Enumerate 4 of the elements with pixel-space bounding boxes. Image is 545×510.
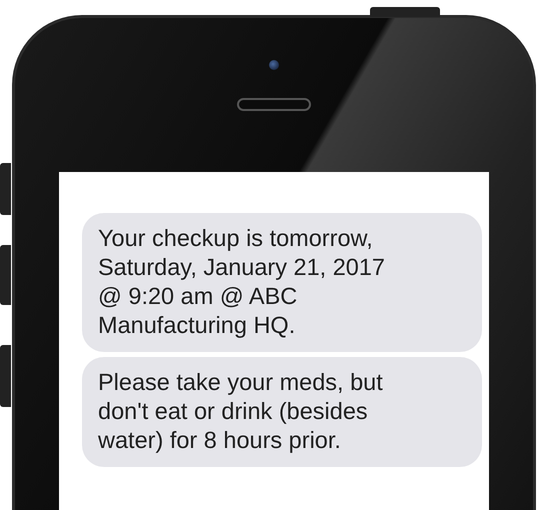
message-bubble: Your checkup is tomorrow, Saturday, January 21, 2017 @ 9:20 am @ ABC Manufacturing HQ. <box>82 213 482 352</box>
camera-icon <box>269 60 279 70</box>
message-bubble: Please take your meds, but don't eat or drink (besides water) for 8 hours prior. <box>82 357 482 467</box>
speaker-icon <box>237 98 311 111</box>
